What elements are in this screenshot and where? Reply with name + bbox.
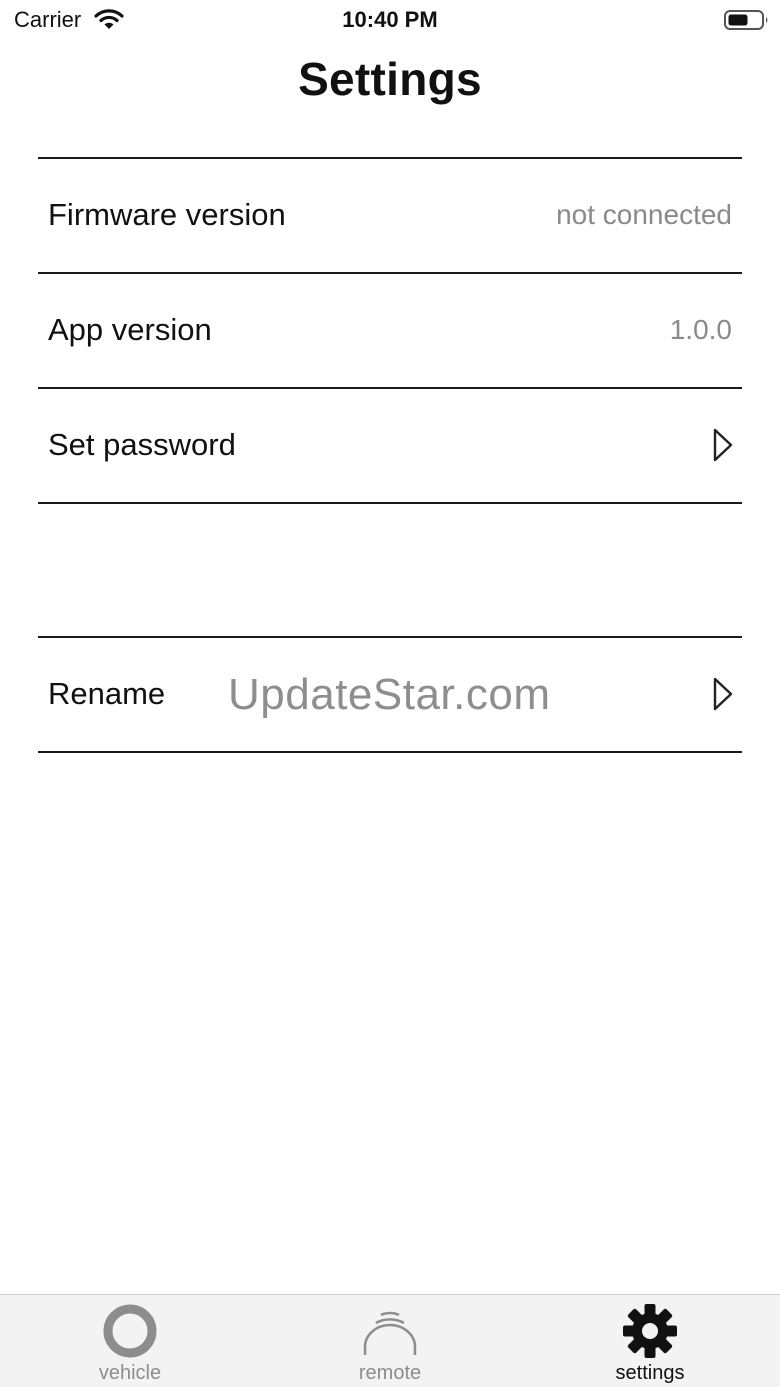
ring-icon: [103, 1304, 157, 1358]
tab-remote-label: remote: [358, 1362, 422, 1384]
signal-arc-icon: [363, 1311, 417, 1355]
set-password-row[interactable]: Set password: [38, 389, 742, 501]
clock: 10:40 PM: [342, 7, 438, 32]
tab-settings-label: settings: [615, 1362, 685, 1384]
firmware-version-row: Firmware version not connected: [38, 159, 742, 271]
app-version-row: App version 1.0.0: [38, 274, 742, 386]
settings-screen: Carrier 10:40 PM Settings Firmware versi…: [0, 0, 780, 1387]
rename-label: Rename: [48, 676, 166, 711]
tab-vehicle-label: vehicle: [98, 1362, 162, 1384]
watermark: UpdateStar.com: [228, 670, 551, 719]
divider: [38, 751, 742, 753]
battery-icon: [724, 10, 768, 30]
gear-icon: [623, 1304, 677, 1358]
firmware-version-label: Firmware version: [48, 197, 286, 232]
chevron-right-icon: [713, 428, 733, 462]
status-bar: Carrier 10:40 PM: [0, 0, 780, 40]
page-title: Settings: [298, 53, 482, 105]
tab-remote[interactable]: remote: [260, 1295, 520, 1387]
rename-row[interactable]: Rename UpdateStar.com: [38, 638, 742, 750]
tab-vehicle[interactable]: vehicle: [0, 1295, 260, 1387]
firmware-version-value: not connected: [556, 199, 732, 230]
set-password-label: Set password: [48, 427, 236, 462]
app-version-value: 1.0.0: [669, 314, 732, 345]
tab-bar: vehicle remote settings: [0, 1294, 780, 1387]
divider: [38, 502, 742, 504]
tab-settings[interactable]: settings: [520, 1295, 780, 1387]
chevron-right-icon: [713, 677, 733, 711]
app-version-label: App version: [48, 312, 212, 347]
